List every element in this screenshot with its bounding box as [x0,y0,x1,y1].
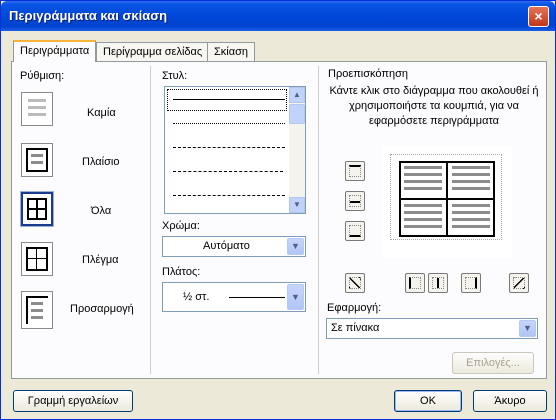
diagonal-up-border-icon [349,277,361,289]
style-scrollbar[interactable]: ▲ ▼ [289,87,305,213]
inside-horizontal-border-button[interactable] [345,191,365,211]
apply-to-select[interactable]: Σε πίνακα ▼ [326,318,538,339]
scroll-up-button[interactable]: ▲ [289,87,305,103]
scroll-thumb[interactable] [289,104,305,124]
setting-option-grid[interactable]: Πλέγμα [82,254,119,266]
preview-label: Προεπισκόπηση [328,68,408,80]
inside-vertical-border-button[interactable] [428,273,448,293]
setting-option-box[interactable]: Πλαίσιο [82,156,119,168]
title-bar[interactable]: Περιγράμματα και σκίαση × [1,1,555,31]
diagonal-up-border-button[interactable] [345,273,365,293]
chevron-down-icon: ▼ [293,200,301,209]
style-option-dashed[interactable] [173,171,283,172]
left-border-button[interactable] [405,273,425,293]
style-option-dotted[interactable] [173,123,285,124]
tab-borders[interactable]: Περιγράμματα [13,40,97,62]
top-border-button[interactable] [345,161,365,181]
toolbar-button[interactable]: Γραμμή εργαλείων [13,390,133,412]
width-dropdown-button[interactable]: ▼ [287,284,304,310]
no-border-icon[interactable] [21,92,53,126]
divider [318,66,319,374]
setting-option-custom[interactable]: Προσαρμογή [70,303,134,315]
bottom-border-button[interactable] [345,221,365,241]
close-icon: × [534,8,543,24]
right-border-button[interactable] [461,273,481,293]
divider [150,66,151,374]
chevron-down-icon: ▼ [291,241,300,251]
right-border-icon [465,277,477,289]
apply-to-value: Σε πίνακα [331,322,380,334]
box-border-icon[interactable] [21,143,53,177]
width-label: Πλάτος: [162,266,201,278]
diagonal-down-border-icon [513,277,525,289]
border-preview[interactable] [382,146,512,258]
apply-to-dropdown-button[interactable]: ▼ [519,320,536,337]
chevron-down-icon: ▼ [523,323,532,333]
setting-option-all[interactable]: Όλα [91,205,111,217]
scroll-down-button[interactable]: ▼ [289,197,305,213]
dialog-title: Περιγράμματα και σκίαση [9,8,168,23]
style-listbox[interactable]: ▲ ▼ [164,86,306,214]
bottom-border-icon [349,225,361,237]
grid-border-icon[interactable] [21,242,53,276]
borders-tab-panel: Ρύθμιση: Καμία Πλαίσιο Όλα Πλέγμα Προσαρ… [11,61,547,379]
inside-vertical-border-icon [432,277,444,289]
style-option-dash-dot[interactable] [173,195,285,196]
tab-shading[interactable]: Σκίαση [207,42,256,61]
chevron-up-icon: ▲ [293,90,301,99]
width-value: ½ στ. [183,291,210,303]
style-option-dashed-fine[interactable] [173,147,285,148]
ok-button[interactable]: OK [394,390,462,412]
setting-label: Ρύθμιση: [20,70,65,82]
apply-to-label: Εφαρμογή: [327,302,382,314]
borders-shading-dialog: Περιγράμματα και σκίαση × Περιγράμματα Π… [0,0,556,420]
color-value: Αυτόματο [203,240,250,252]
width-select[interactable]: ½ στ. ▼ [162,282,306,312]
selected-style-highlight [167,89,287,111]
top-border-icon [349,165,361,177]
color-label: Χρώμα: [162,220,200,232]
color-dropdown-button[interactable]: ▼ [287,238,304,255]
close-button[interactable]: × [528,6,549,27]
color-select[interactable]: Αυτόματο ▼ [162,236,306,257]
diagonal-down-border-button[interactable] [509,273,529,293]
cancel-button[interactable]: Άκυρο [473,390,547,412]
style-label: Στυλ: [162,70,188,82]
custom-border-icon[interactable] [21,291,53,329]
options-button[interactable]: Επιλογές... [452,352,534,374]
tab-page-border[interactable]: Περίγραμμα σελίδας [96,42,210,61]
preview-instructions: Κάντε κλικ στο διάγραμμα που ακολουθεί ή… [329,85,539,127]
width-line-sample [229,297,285,298]
all-borders-icon[interactable] [21,192,53,226]
inside-horizontal-border-icon [349,195,361,207]
chevron-down-icon: ▼ [291,292,300,302]
setting-option-none[interactable]: Καμία [87,107,116,119]
style-option-solid[interactable] [173,99,285,100]
left-border-icon [409,277,421,289]
